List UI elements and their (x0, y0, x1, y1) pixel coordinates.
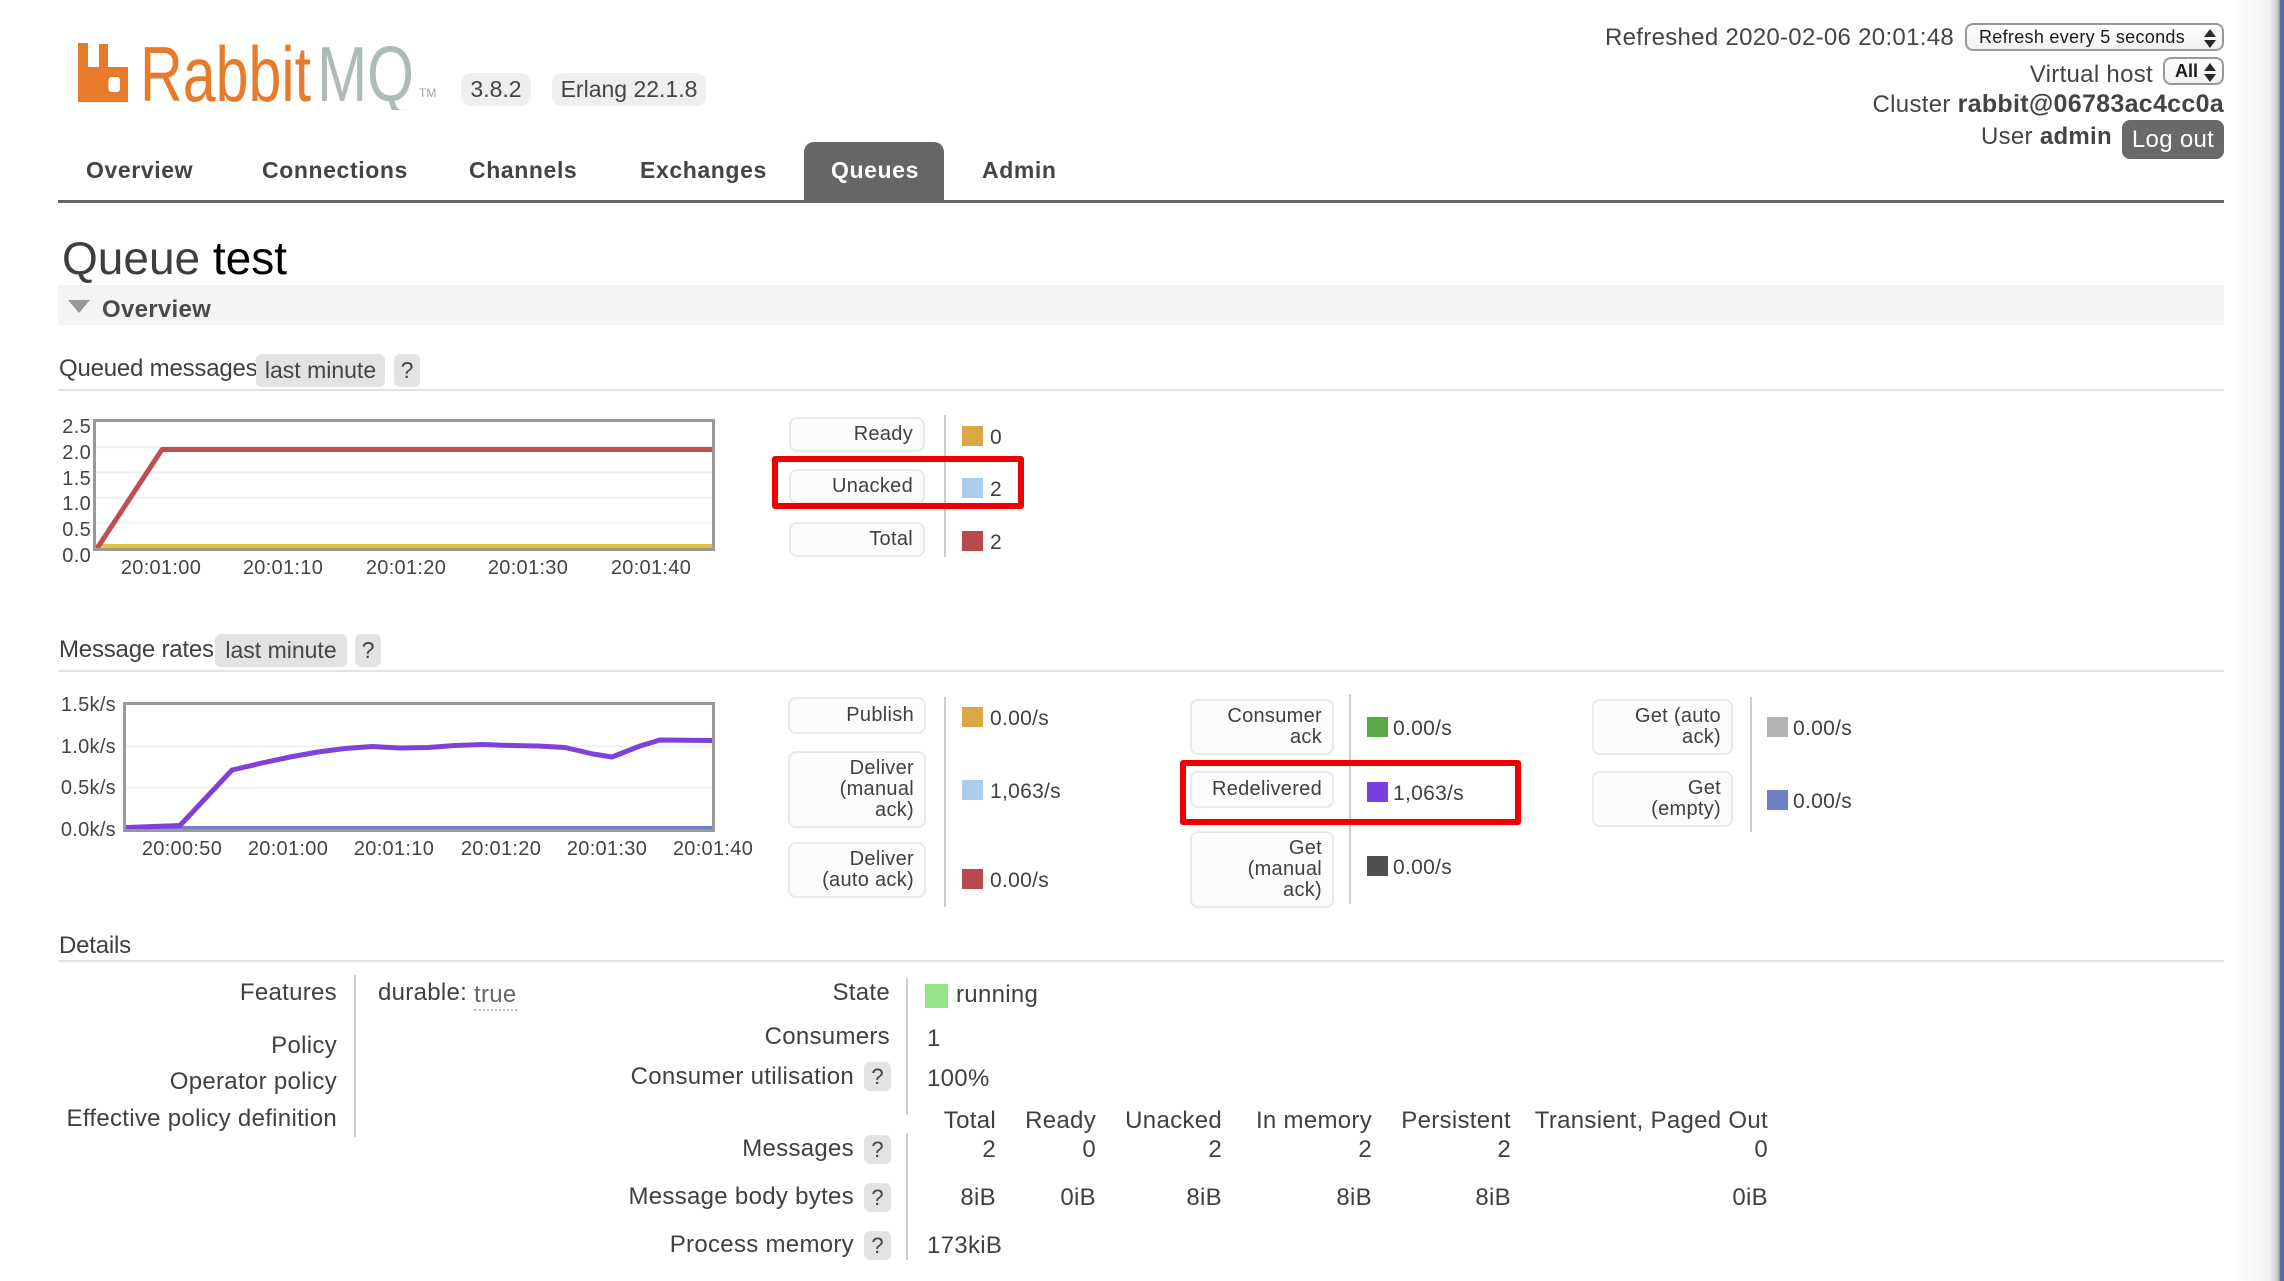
svg-text:MQ: MQ (317, 40, 414, 110)
svg-text:Rabbit: Rabbit (140, 40, 311, 110)
svg-text:TM: TM (419, 86, 436, 100)
